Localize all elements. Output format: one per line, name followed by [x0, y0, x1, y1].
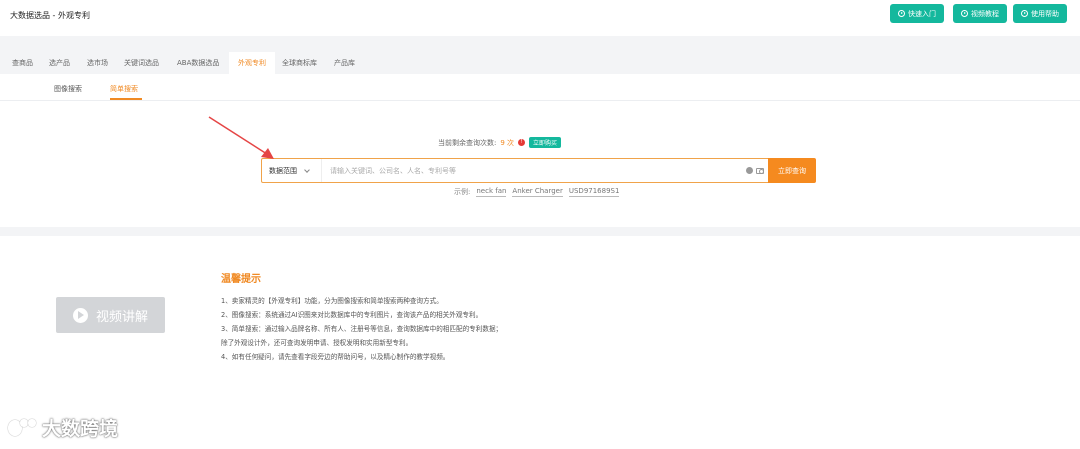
quota-info: 当前剩余查询次数: 9 次 ! 立即购买 [438, 137, 562, 148]
tip-line: 除了外观设计外，还可查询发明申请、授权发明和实用新型专利。 [221, 339, 413, 347]
watermark-text: 大数跨境 [42, 418, 119, 440]
search-examples: 示例: neck fan Anker Charger USD971689S1 [454, 187, 620, 197]
video-explain-button[interactable]: 视频讲解 [56, 297, 165, 333]
tips-list: 1、卖家精灵的【外观专利】功能，分为图像搜索和简单搜索两种查询方式。 2、图像搜… [221, 294, 621, 364]
tab-product-library[interactable]: 产品库 [329, 52, 360, 74]
search-panel: 图像搜索 简单搜索 当前剩余查询次数: 9 次 ! 立即购买 数据范围 立即查询… [0, 74, 1080, 227]
example-link[interactable]: Anker Charger [512, 187, 563, 197]
tab-design-patent[interactable]: 外观专利 [229, 52, 275, 74]
data-scope-dropdown[interactable]: 数据范围 [262, 159, 322, 182]
play-icon [72, 307, 88, 323]
camera-icon[interactable] [756, 167, 764, 174]
tip-line: 1、卖家精灵的【外观专利】功能，分为图像搜索和简单搜索两种查询方式。 [221, 297, 443, 305]
quick-start-button[interactable]: 快速入门 [890, 4, 944, 23]
video-tutorial-label: 视频教程 [971, 9, 999, 18]
tips-title: 温馨提示 [221, 274, 261, 285]
tip-line: 2、图像搜索：系统通过AI识图来对比数据库中的专利图片，查询该产品的相关外观专利… [221, 311, 483, 319]
subtab-image-search[interactable]: 图像搜索 [54, 84, 82, 94]
tips-section: 视频讲解 温馨提示 1、卖家精灵的【外观专利】功能，分为图像搜索和简单搜索两种查… [0, 236, 1080, 449]
tab-select-market[interactable]: 选市场 [82, 52, 113, 74]
play-circle-icon [898, 10, 905, 17]
search-button[interactable]: 立即查询 [768, 158, 816, 183]
data-scope-label: 数据范围 [269, 166, 297, 175]
example-link[interactable]: neck fan [476, 187, 507, 197]
quota-prefix: 当前剩余查询次数: [438, 138, 497, 147]
tab-aba-selection[interactable]: ABA数据选品 [172, 52, 224, 74]
alert-icon[interactable]: ! [518, 139, 526, 146]
red-arrow-icon [208, 116, 274, 159]
example-link[interactable]: USD971689S1 [568, 187, 620, 197]
app-title: 大数据选品 - 外观专利 [10, 11, 90, 20]
watermark: 大数跨境 [8, 414, 118, 441]
examples-prefix: 示例: [454, 188, 471, 196]
tip-line: 3、简单搜索：通过输入品牌名称、所有人、注册号等信息，查询数据库中的相匹配的专利… [221, 325, 503, 333]
tab-select-product[interactable]: 选产品 [44, 52, 75, 74]
search-box: 数据范围 [261, 158, 769, 183]
watermark-logo-icon [8, 417, 38, 439]
play-circle-icon [961, 10, 968, 17]
tab-search-product[interactable]: 查商品 [7, 52, 38, 74]
buy-now-button[interactable]: 立即购买 [529, 137, 562, 148]
tip-line: 4、如有任何疑问，请先查看字段旁边的帮助问号，以及精心制作的教学视频。 [221, 353, 450, 361]
quota-count: 9 次 [500, 138, 515, 147]
help-circle-icon [1021, 10, 1028, 17]
subtab-simple-search[interactable]: 简单搜索 [110, 84, 138, 94]
divider [0, 100, 1080, 101]
main-tabs: 查商品 选产品 选市场 关键词选品 ABA数据选品 外观专利 全球商标库 产品库 [0, 52, 1080, 74]
tab-global-trademark[interactable]: 全球商标库 [277, 52, 322, 74]
video-tutorial-button[interactable]: 视频教程 [953, 4, 1007, 23]
help-button[interactable]: 使用帮助 [1013, 4, 1067, 23]
help-label: 使用帮助 [1031, 9, 1059, 18]
tab-keyword-selection[interactable]: 关键词选品 [119, 52, 164, 74]
search-input[interactable] [322, 166, 746, 175]
video-explain-label: 视频讲解 [95, 309, 148, 325]
quick-start-label: 快速入门 [908, 9, 936, 18]
top-bar: 大数据选品 - 外观专利 快速入门 视频教程 使用帮助 [0, 0, 1080, 36]
help-icon[interactable] [746, 167, 753, 174]
chevron-down-icon [304, 166, 310, 173]
